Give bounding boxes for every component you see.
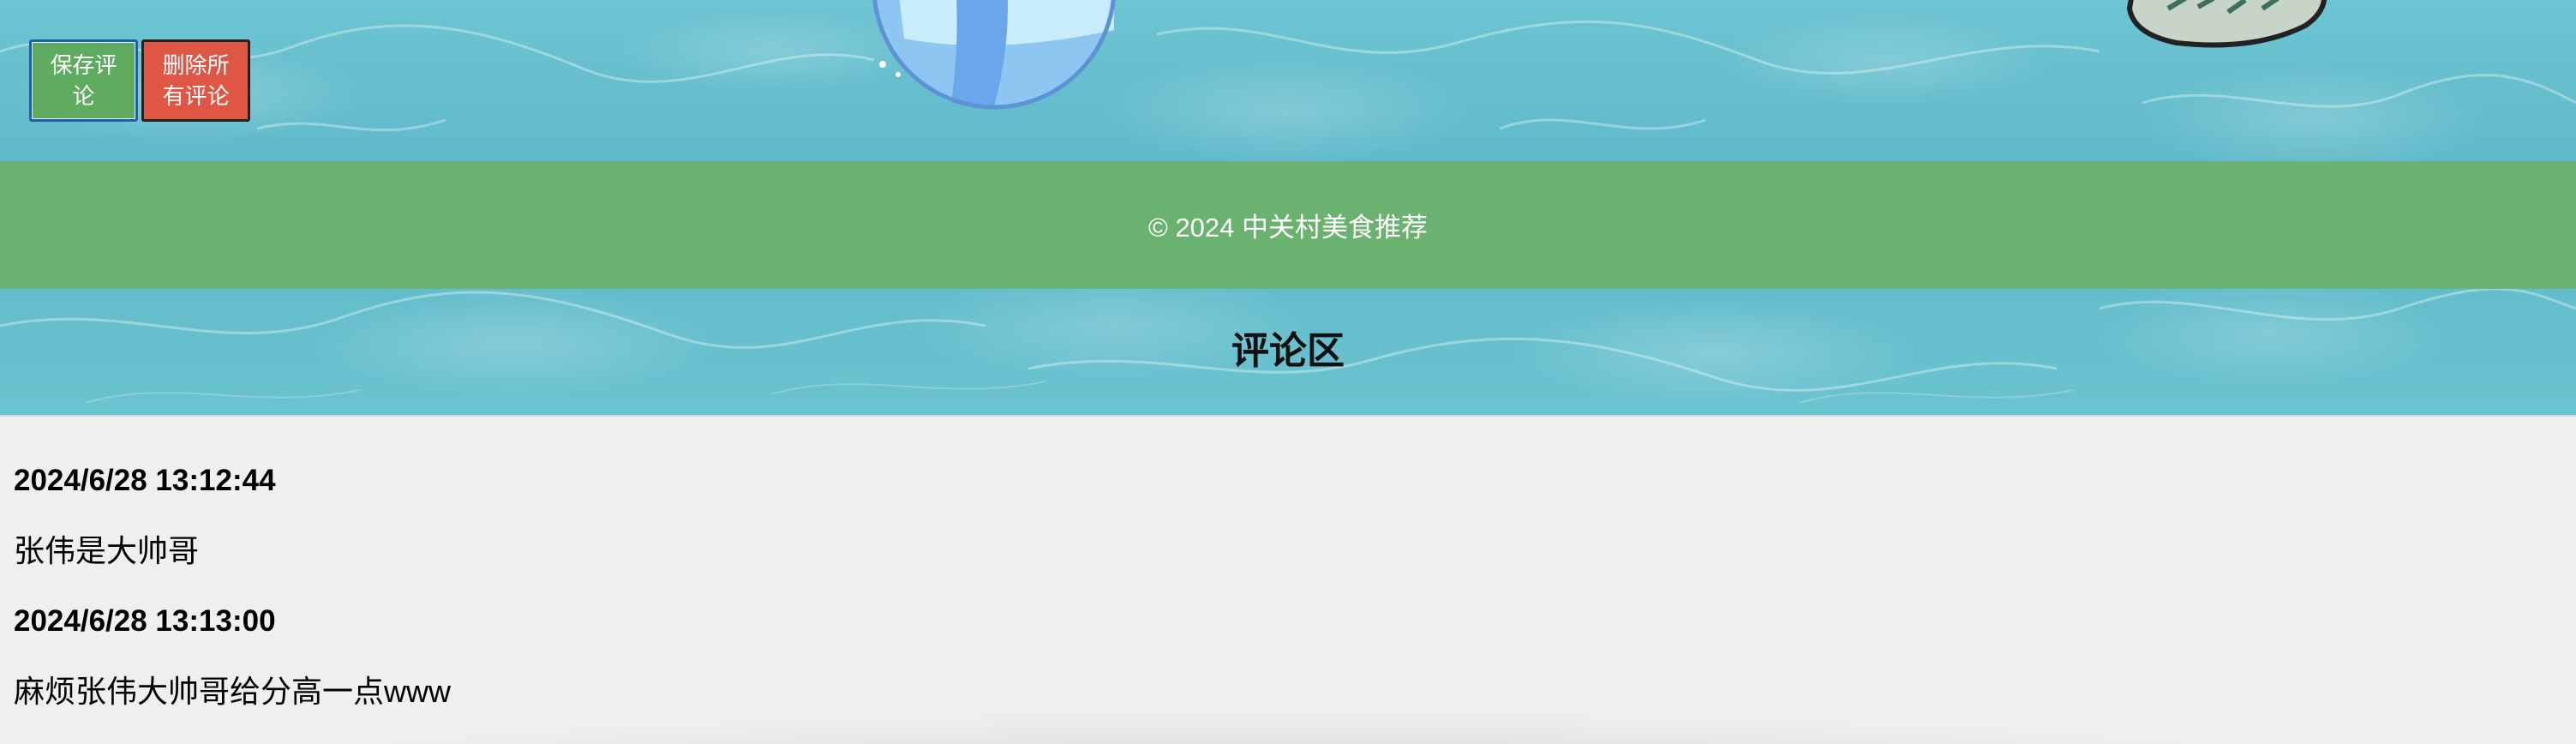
section-divider <box>0 415 2576 417</box>
comments-section-title: 评论区 <box>1231 330 1345 372</box>
site-footer: © 2024 中关村美食推荐 <box>0 161 2576 289</box>
comment-text: 麻烦张伟大帅哥给分高一点www <box>14 674 451 709</box>
page: 保存评论 删除所有评论 © 2024 中关村美食推荐 评论区 2024/6/28… <box>0 0 2576 744</box>
cartoon-sticker-icon <box>2126 0 2327 48</box>
beach-ball-icon <box>872 0 1116 110</box>
save-comments-label: 保存评论 <box>50 52 117 109</box>
comment-list: 2024/6/28 13:12:44 张伟是大帅哥 2024/6/28 13:1… <box>14 463 2499 710</box>
bottom-shadow <box>257 711 2314 744</box>
delete-all-comments-label: 删除所有评论 <box>162 52 230 109</box>
comment-toolbar: 保存评论 删除所有评论 <box>29 39 250 122</box>
comment-text: 张伟是大帅哥 <box>14 533 200 568</box>
comment-item: 2024/6/28 13:13:00 麻烦张伟大帅哥给分高一点www <box>14 603 2499 710</box>
comment-timestamp: 2024/6/28 13:13:00 <box>14 604 276 638</box>
comment-item: 2024/6/28 13:12:44 张伟是大帅哥 <box>14 463 2499 569</box>
copyright-text: © 2024 中关村美食推荐 <box>1147 213 1429 243</box>
comment-timestamp: 2024/6/28 13:12:44 <box>14 464 276 497</box>
delete-all-comments-button[interactable]: 删除所有评论 <box>141 39 250 122</box>
save-comments-button[interactable]: 保存评论 <box>29 39 138 122</box>
